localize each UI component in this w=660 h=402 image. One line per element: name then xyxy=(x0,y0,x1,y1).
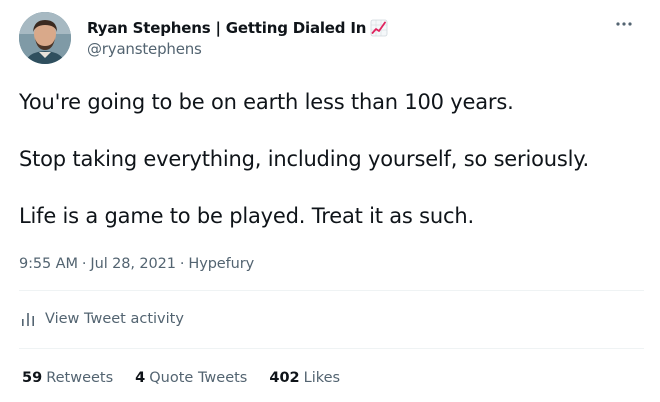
tweet-time[interactable]: 9:55 AM xyxy=(19,256,78,272)
tweet-card: Ryan Stephens | Getting Dialed In @ryans… xyxy=(0,0,660,402)
view-activity-label: View Tweet activity xyxy=(45,311,184,327)
tweet-text: You're going to be on earth less than 10… xyxy=(19,88,649,259)
chart-increasing-icon xyxy=(370,19,388,37)
tweet-paragraph: Stop taking everything, including yourse… xyxy=(19,147,589,171)
author-display-name[interactable]: Ryan Stephens | Getting Dialed In xyxy=(87,19,366,37)
divider xyxy=(19,290,644,291)
quote-tweets-count: 4 xyxy=(135,370,146,386)
likes-label: Likes xyxy=(303,370,341,386)
tweet-header: Ryan Stephens | Getting Dialed In @ryans… xyxy=(19,12,644,66)
more-options-button[interactable] xyxy=(612,14,636,34)
avatar[interactable] xyxy=(19,12,71,64)
more-dots-icon xyxy=(616,22,632,26)
tweet-stats: 59 Retweets 4 Quote Tweets 402 Likes xyxy=(22,370,340,386)
tweet-paragraph: Life is a game to be played. Treat it as… xyxy=(19,204,474,228)
retweets-count: 59 xyxy=(22,370,43,386)
author-names: Ryan Stephens | Getting Dialed In @ryans… xyxy=(87,18,388,58)
author-handle[interactable]: @ryanstephens xyxy=(87,40,388,58)
quote-tweets-label: Quote Tweets xyxy=(149,370,248,386)
meta-separator: · xyxy=(179,256,185,272)
tweet-paragraph: You're going to be on earth less than 10… xyxy=(19,90,514,114)
analytics-icon xyxy=(22,313,34,326)
view-activity-link[interactable]: View Tweet activity xyxy=(19,310,184,328)
tweet-meta: 9:55 AM · Jul 28, 2021 · Hypefury xyxy=(19,256,254,272)
likes-count: 402 xyxy=(269,370,300,386)
retweets-stat[interactable]: 59 Retweets xyxy=(22,370,113,386)
display-name-row: Ryan Stephens | Getting Dialed In xyxy=(87,18,388,38)
likes-stat[interactable]: 402 Likes xyxy=(269,370,340,386)
tweet-date[interactable]: Jul 28, 2021 xyxy=(90,256,176,272)
tweet-source[interactable]: Hypefury xyxy=(188,256,254,272)
retweets-label: Retweets xyxy=(46,370,114,386)
meta-separator: · xyxy=(81,256,87,272)
divider xyxy=(19,348,644,349)
quote-tweets-stat[interactable]: 4 Quote Tweets xyxy=(135,370,247,386)
